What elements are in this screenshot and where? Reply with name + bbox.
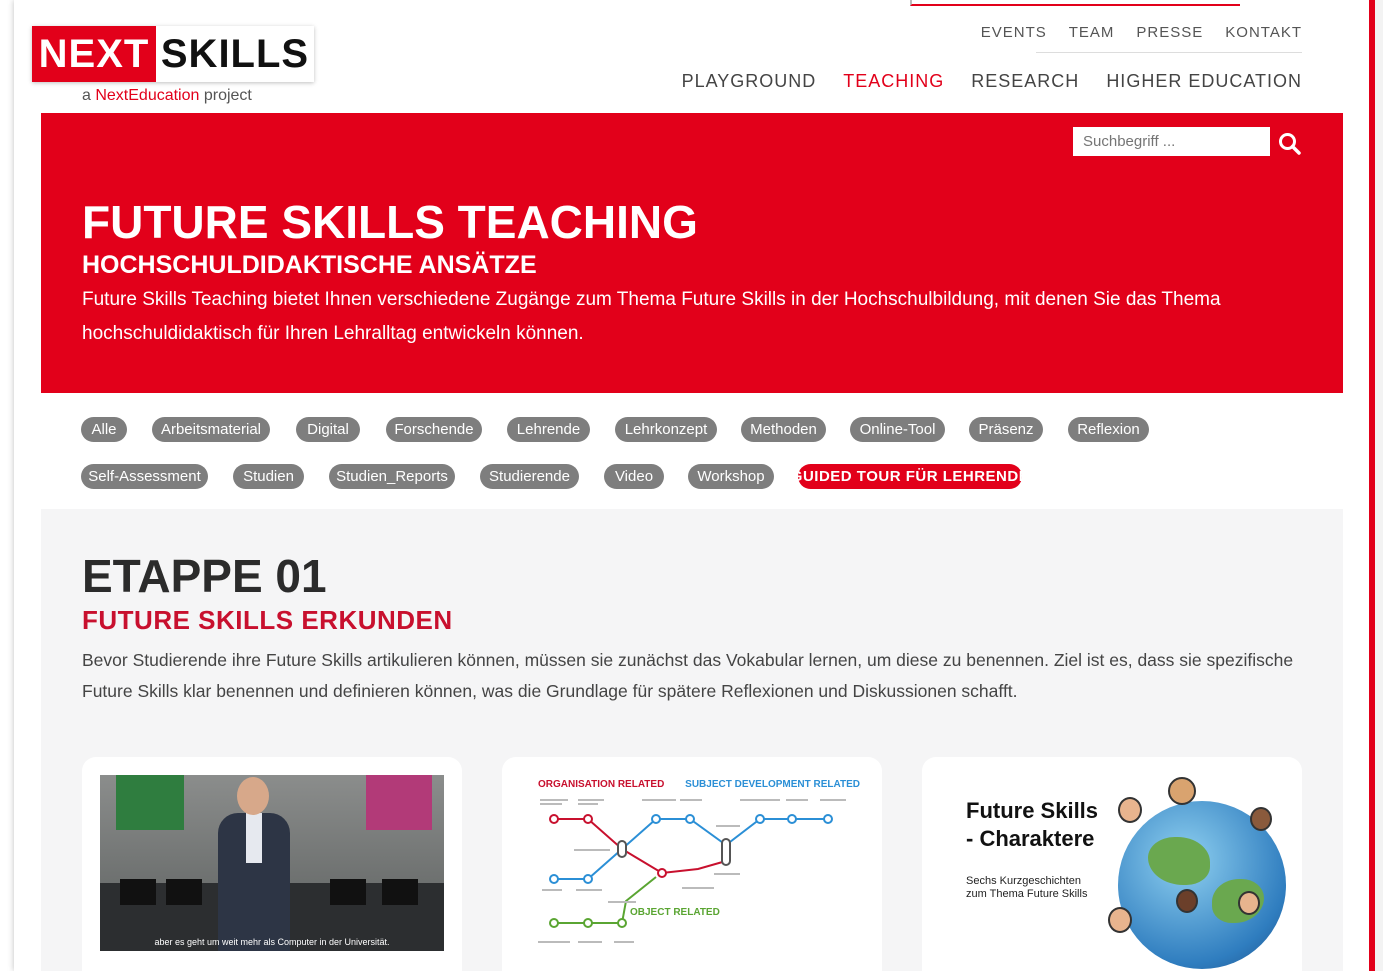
video-poster-green [116,775,184,830]
characters-title: Future Skills - Charaktere [966,797,1098,853]
hero-text: Future Skills Teaching bietet Ihnen vers… [82,289,1221,344]
filter-online-tool[interactable]: Online-Tool [850,417,945,442]
section-title: ETAPPE 01 [82,550,327,602]
main-nav-playground[interactable]: PLAYGROUND [682,71,817,92]
video-monitor [120,879,156,905]
video-thumbnail[interactable]: aber es geht um weit mehr als Computer i… [100,775,444,951]
content-section: ETAPPE 01 FUTURE SKILLS ERKUNDEN Bevor S… [41,509,1343,971]
video-caption: aber es geht um weit mehr als Computer i… [154,937,390,947]
filter-lehrkonzept[interactable]: Lehrkonzept [615,417,717,442]
filter-alle[interactable]: Alle [81,417,127,442]
nav-divider [1036,52,1302,53]
characters-subtitle-line1: Sechs Kurzgeschichten [966,875,1081,887]
section-text: Bevor Studierende ihre Future Skills art… [82,650,1294,701]
character-figure [1176,889,1198,913]
filter-workshop[interactable]: Workshop [688,464,774,489]
video-person-head [237,777,269,815]
card-characters[interactable]: Future Skills - Charaktere Sechs Kurzges… [922,757,1302,971]
filter-praesenz[interactable]: Präsenz [969,417,1043,442]
tagline: a NextEducation project [82,87,252,105]
metro-lines-icon [538,799,846,943]
filter-bar: Alle Arbeitsmaterial Digital Forschende … [41,393,1343,509]
skills-metro-diagram: ORGANISATION RELATED SUBJECT DEVELOPMENT… [530,773,860,971]
main-nav-research[interactable]: RESEARCH [971,71,1079,92]
character-figure [1108,907,1132,933]
video-person-shirt [246,813,262,863]
top-nav-team[interactable]: TEAM [1069,24,1115,41]
main-nav-teaching[interactable]: TEACHING [843,71,944,92]
filter-lehrende[interactable]: Lehrende [507,417,590,442]
main-nav: PLAYGROUND TEACHING RESEARCH HIGHER EDUC… [682,71,1302,92]
filter-studierende[interactable]: Studierende [480,464,579,489]
card-skills-diagram[interactable]: ORGANISATION RELATED SUBJECT DEVELOPMENT… [502,757,882,971]
filter-self-assessment[interactable]: Self-Assessment [81,464,208,489]
characters-subtitle-line2: zum Thema Future Skills [966,888,1088,900]
filter-video[interactable]: Video [604,464,664,489]
right-edge-accent [1369,0,1375,971]
page-subtitle: HOCHSCHULDIDAKTISCHE ANSÄTZE [82,251,537,279]
character-figure [1238,891,1260,915]
filter-forschende[interactable]: Forschende [386,417,482,442]
filter-reflexion[interactable]: Reflexion [1068,417,1149,442]
guided-tour-button[interactable]: GUIDED TOUR FÜR LEHRENDE [791,464,1029,489]
video-poster-pink [366,775,432,830]
tagline-prefix: a [82,87,96,104]
filter-studien[interactable]: Studien [233,464,304,489]
page-title: FUTURE SKILLS TEACHING [82,196,698,248]
characters-subtitle: Sechs Kurzgeschichten zum Thema Future S… [966,875,1087,901]
tagline-brand[interactable]: NextEducation [95,87,199,104]
filter-digital[interactable]: Digital [296,417,360,442]
top-nav-kontakt[interactable]: KONTAKT [1225,24,1302,41]
characters-title-line1: Future Skills [966,798,1099,823]
right-edge [1369,0,1383,971]
top-nav: EVENTS TEAM PRESSE KONTAKT [981,24,1302,41]
character-figure [1168,777,1196,805]
logo-next: NEXT [32,26,156,82]
background-window-strip [910,0,1240,6]
top-nav-presse[interactable]: PRESSE [1136,24,1203,41]
top-nav-events[interactable]: EVENTS [981,24,1047,41]
hero-banner: FUTURE SKILLS TEACHING HOCHSCHULDIDAKTIS… [41,113,1343,393]
tagline-suffix: project [199,87,252,104]
filter-methoden[interactable]: Methoden [741,417,826,442]
section-subtitle: FUTURE SKILLS ERKUNDEN [82,605,453,635]
characters-title-line2: - Charaktere [966,826,1095,851]
search-icon[interactable] [1277,131,1303,157]
logo-skills: SKILLS [160,31,310,76]
site-logo[interactable]: NEXT SKILLS [32,26,314,82]
character-figure [1118,797,1142,823]
video-monitor [382,879,418,905]
filter-studien-reports[interactable]: Studien_Reports [329,464,455,489]
character-figure [1250,807,1272,831]
video-monitor [330,879,366,905]
filter-arbeitsmaterial[interactable]: Arbeitsmaterial [152,417,270,442]
search-input[interactable] [1073,127,1270,156]
video-monitor [166,879,202,905]
card-video[interactable]: aber es geht um weit mehr als Computer i… [82,757,462,971]
main-nav-higher-education[interactable]: HIGHER EDUCATION [1106,71,1302,92]
